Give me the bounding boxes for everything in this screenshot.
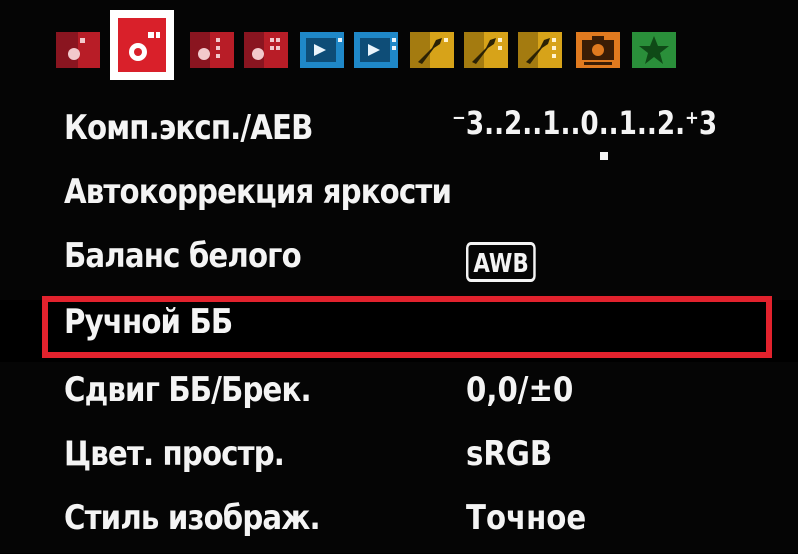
tab-my-menu[interactable]: [632, 28, 676, 68]
tab-shooting-4[interactable]: [244, 28, 288, 68]
menu-item-label: Баланс белого: [64, 236, 302, 276]
menu-item-label: Цвет. простр.: [64, 434, 285, 474]
awb-badge: AWB: [466, 242, 537, 282]
camera-menu-screen: Комп.эксп./AEB ⁻3..2..1..0..1..2.⁺3 Авто…: [0, 0, 798, 553]
tab-setup-2[interactable]: [464, 28, 508, 68]
tab-setup-1[interactable]: [410, 28, 454, 68]
camera-icon: [118, 18, 166, 72]
menu-item-value: sRGB: [466, 434, 553, 474]
menu-item-label: Стиль изображ.: [64, 498, 321, 538]
exposure-marker: [600, 152, 608, 160]
camera-icon: [56, 32, 100, 68]
playback-icon: [354, 32, 398, 68]
menu-item-wb-shift[interactable]: Сдвиг ББ/Брек. 0,0/±0: [0, 364, 798, 426]
tab-shooting-3[interactable]: [190, 28, 234, 68]
playback-icon: [300, 32, 344, 68]
tab-shooting-1[interactable]: [56, 28, 100, 68]
menu-item-custom-wb[interactable]: Ручной ББ: [0, 296, 798, 362]
camera-icon: [190, 32, 234, 68]
menu-item-value: Точное: [466, 498, 587, 538]
menu-item-label: Ручной ББ: [64, 302, 233, 342]
camera-body-icon: [576, 32, 620, 68]
menu-item-label: Автокоррекция яркости: [64, 172, 452, 212]
menu-item-value: 0,0/±0: [466, 370, 574, 410]
menu-item-label: Комп.эксп./AEB: [64, 108, 313, 148]
exposure-scale: ⁻3..2..1..0..1..2.⁺3: [452, 104, 718, 142]
menu-item-color-space[interactable]: Цвет. простр. sRGB: [0, 428, 798, 490]
tab-shooting-2[interactable]: [110, 10, 174, 80]
tab-live-view[interactable]: [576, 28, 620, 68]
wrench-icon: [410, 32, 454, 68]
camera-icon: [244, 32, 288, 68]
menu-item-picture-style[interactable]: Стиль изображ. Точное: [0, 492, 798, 554]
menu-item-label: Сдвиг ББ/Брек.: [64, 370, 312, 410]
wrench-icon: [518, 32, 562, 68]
star-icon: [632, 32, 676, 68]
tab-setup-3[interactable]: [518, 28, 562, 68]
menu-item-exposure-comp[interactable]: Комп.эксп./AEB ⁻3..2..1..0..1..2.⁺3: [0, 102, 798, 164]
tab-playback-1[interactable]: [300, 28, 344, 68]
menu-item-white-balance[interactable]: Баланс белого AWB: [0, 230, 798, 292]
wrench-icon: [464, 32, 508, 68]
tab-playback-2[interactable]: [354, 28, 398, 68]
menu-item-auto-lighting[interactable]: Автокоррекция яркости: [0, 166, 798, 228]
menu-tab-bar: [48, 10, 768, 80]
